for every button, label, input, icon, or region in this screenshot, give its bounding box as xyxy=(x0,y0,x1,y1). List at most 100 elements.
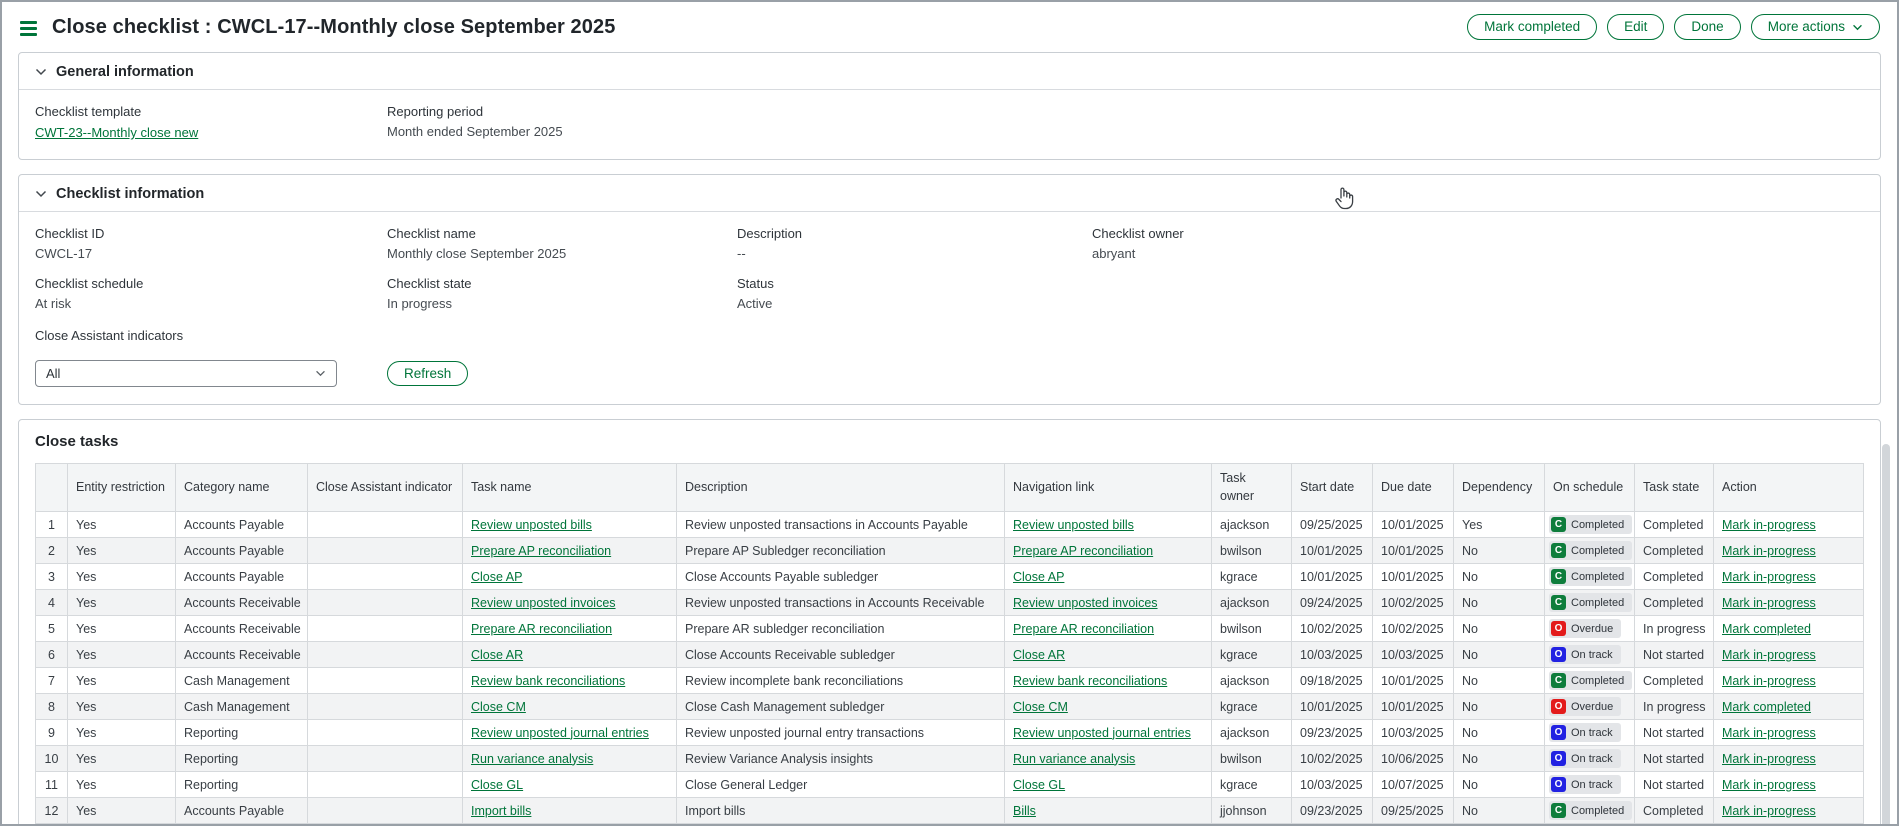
navigation-link[interactable]: Review unposted bills xyxy=(1013,518,1134,532)
task-name-link[interactable]: Import bills xyxy=(471,804,531,818)
navigation-link-cell: Review unposted invoices xyxy=(1005,590,1212,616)
field-label: Checklist owner xyxy=(1092,226,1864,241)
task-name-link[interactable]: Review unposted invoices xyxy=(471,596,616,610)
navigation-link[interactable]: Close CM xyxy=(1013,700,1068,714)
description-cell: Prepare AP Subledger reconciliation xyxy=(677,538,1005,564)
description-cell: Review incomplete bank reconciliations xyxy=(677,668,1005,694)
category-name-cell: Accounts Receivable xyxy=(176,590,308,616)
category-name-cell: Cash Management xyxy=(176,668,308,694)
action-link[interactable]: Mark in-progress xyxy=(1722,518,1816,532)
task-name-link[interactable]: Review bank reconciliations xyxy=(471,674,625,688)
action-link[interactable]: Mark in-progress xyxy=(1722,596,1816,610)
task-name-cell: Import bills xyxy=(463,798,677,824)
task-state-cell: Not started xyxy=(1635,642,1714,668)
task-state-cell: Completed xyxy=(1635,564,1714,590)
action-cell: Mark in-progress xyxy=(1714,512,1864,538)
row-number: 8 xyxy=(36,694,68,720)
field-label: Checklist template xyxy=(35,104,387,119)
on-schedule-cell: CCompleted xyxy=(1545,564,1635,590)
navigation-link-cell: Bills xyxy=(1005,798,1212,824)
navigation-link[interactable]: Close AP xyxy=(1013,570,1064,584)
task-name-link[interactable]: Close AP xyxy=(471,570,522,584)
action-link[interactable]: Mark in-progress xyxy=(1722,726,1816,740)
refresh-button[interactable]: Refresh xyxy=(387,361,468,387)
close-assistant-indicator-cell xyxy=(308,720,463,746)
start-date-cell: 10/01/2025 xyxy=(1292,694,1373,720)
navigation-link-cell: Review bank reconciliations xyxy=(1005,668,1212,694)
navigation-link[interactable]: Review unposted invoices xyxy=(1013,596,1158,610)
task-name-link[interactable]: Prepare AP reconciliation xyxy=(471,544,611,558)
row-number: 2 xyxy=(36,538,68,564)
field-label: Description xyxy=(737,226,1092,241)
mark-completed-button[interactable]: Mark completed xyxy=(1467,14,1597,40)
navigation-link[interactable]: Review bank reconciliations xyxy=(1013,674,1167,688)
task-name-link[interactable]: Run variance analysis xyxy=(471,752,593,766)
on-schedule-cell: OOn track xyxy=(1545,720,1635,746)
task-owner-cell: ajackson xyxy=(1212,590,1292,616)
start-date-cell: 10/03/2025 xyxy=(1292,642,1373,668)
dependency-cell: No xyxy=(1454,538,1545,564)
task-name-link[interactable]: Close CM xyxy=(471,700,526,714)
action-link[interactable]: Mark in-progress xyxy=(1722,674,1816,688)
on-schedule-badge: CCompleted xyxy=(1549,541,1632,560)
action-link[interactable]: Mark in-progress xyxy=(1722,648,1816,662)
badge-status-icon: C xyxy=(1551,595,1566,610)
field-value: In progress xyxy=(387,296,737,311)
description-cell: Close General Ledger xyxy=(677,772,1005,798)
close-assistant-indicators-select[interactable]: All xyxy=(35,360,337,387)
description-cell: Review Variance Analysis insights xyxy=(677,746,1005,772)
done-button[interactable]: Done xyxy=(1674,14,1740,40)
navigation-link[interactable]: Bills xyxy=(1013,804,1036,818)
on-schedule-badge: OOverdue xyxy=(1549,697,1621,716)
task-name-cell: Run variance analysis xyxy=(463,746,677,772)
action-link[interactable]: Mark completed xyxy=(1722,700,1811,714)
on-schedule-badge: CCompleted xyxy=(1549,515,1632,534)
field-label: Checklist name xyxy=(387,226,737,241)
description-cell: Close Accounts Receivable subledger xyxy=(677,642,1005,668)
action-link[interactable]: Mark in-progress xyxy=(1722,544,1816,558)
task-name-cell: Close CM xyxy=(463,694,677,720)
dependency-cell: No xyxy=(1454,616,1545,642)
navigation-link[interactable]: Close AR xyxy=(1013,648,1065,662)
task-name-link[interactable]: Review unposted bills xyxy=(471,518,592,532)
column-header: Description xyxy=(677,464,1005,512)
task-name-link[interactable]: Prepare AR reconciliation xyxy=(471,622,612,636)
task-state-cell: In progress xyxy=(1635,694,1714,720)
action-link[interactable]: Mark in-progress xyxy=(1722,570,1816,584)
dependency-cell: No xyxy=(1454,668,1545,694)
start-date-cell: 10/01/2025 xyxy=(1292,538,1373,564)
task-name-link[interactable]: Close GL xyxy=(471,778,523,792)
task-name-cell: Review unposted bills xyxy=(463,512,677,538)
task-name-link[interactable]: Review unposted journal entries xyxy=(471,726,649,740)
due-date-cell: 10/01/2025 xyxy=(1373,512,1454,538)
close-assistant-indicator-cell xyxy=(308,746,463,772)
task-name-cell: Close AR xyxy=(463,642,677,668)
task-name-link[interactable]: Close AR xyxy=(471,648,523,662)
navigation-link[interactable]: Close GL xyxy=(1013,778,1065,792)
action-link[interactable]: Mark completed xyxy=(1722,622,1811,636)
navigation-link[interactable]: Prepare AR reconciliation xyxy=(1013,622,1154,636)
row-number: 12 xyxy=(36,798,68,824)
checklist-information-header[interactable]: Checklist information xyxy=(19,175,1880,212)
more-actions-button[interactable]: More actions xyxy=(1751,14,1880,40)
edit-button[interactable]: Edit xyxy=(1607,14,1664,40)
column-header: Task state xyxy=(1635,464,1714,512)
checklist-menu-icon[interactable] xyxy=(20,21,37,36)
row-number: 1 xyxy=(36,512,68,538)
action-link[interactable]: Mark in-progress xyxy=(1722,778,1816,792)
navigation-link[interactable]: Run variance analysis xyxy=(1013,752,1135,766)
checklist-template-link[interactable]: CWT-23--Monthly close new xyxy=(35,125,198,140)
navigation-link-cell: Close GL xyxy=(1005,772,1212,798)
close-assistant-indicator-cell xyxy=(308,616,463,642)
task-name-cell: Review unposted invoices xyxy=(463,590,677,616)
general-information-header[interactable]: General information xyxy=(19,53,1880,90)
entity-restriction-cell: Yes xyxy=(68,642,176,668)
action-link[interactable]: Mark in-progress xyxy=(1722,752,1816,766)
close-tasks-table: Entity restrictionCategory nameClose Ass… xyxy=(35,463,1864,824)
navigation-link[interactable]: Review unposted journal entries xyxy=(1013,726,1191,740)
action-link[interactable]: Mark in-progress xyxy=(1722,804,1816,818)
entity-restriction-cell: Yes xyxy=(68,512,176,538)
navigation-link[interactable]: Prepare AP reconciliation xyxy=(1013,544,1153,558)
vertical-scrollbar[interactable] xyxy=(1882,444,1890,826)
badge-label: Completed xyxy=(1571,805,1624,817)
